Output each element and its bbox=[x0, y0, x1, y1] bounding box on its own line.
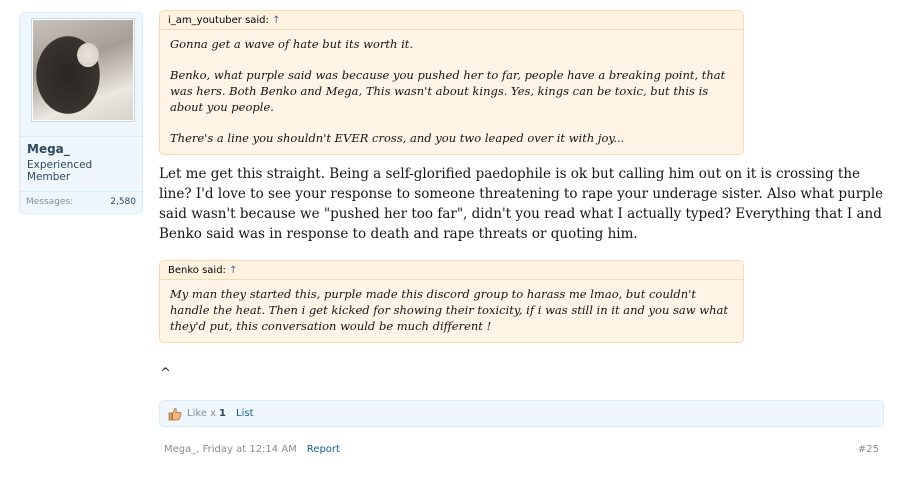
quote-block-1: i_am_youtuber said: ↑ Gonna get a wave o… bbox=[159, 10, 744, 155]
user-title: Experienced Member bbox=[27, 159, 93, 183]
quote-content: My man they started this, purple made th… bbox=[160, 280, 743, 342]
caret-text: ^ bbox=[160, 366, 171, 381]
post-number-link[interactable]: #25 bbox=[858, 444, 879, 455]
likes-bar: Like x 1 List bbox=[159, 400, 884, 427]
quote-author: Benko said: bbox=[168, 265, 226, 276]
username-block: Mega_ Experienced Member bbox=[20, 136, 142, 183]
quote-jump-arrow-icon[interactable]: ↑ bbox=[272, 15, 280, 26]
messages-count[interactable]: 2,580 bbox=[110, 197, 136, 207]
post-message-text: Let me get this straight. Being a self-g… bbox=[159, 166, 884, 242]
report-link[interactable]: Report bbox=[307, 444, 340, 455]
quote-paragraph: Gonna get a wave of hate but its worth i… bbox=[170, 37, 414, 51]
quote-paragraph: Benko, what purple said was because you … bbox=[170, 68, 726, 114]
avatar-image[interactable] bbox=[33, 20, 133, 120]
user-stats: Messages: 2,580 bbox=[20, 191, 142, 213]
quote-content: Gonna get a wave of hate but its worth i… bbox=[160, 30, 743, 154]
username-link[interactable]: Mega_ bbox=[27, 142, 136, 156]
avatar[interactable] bbox=[31, 18, 135, 122]
thumbs-up-icon bbox=[168, 407, 182, 421]
likes-list-link[interactable]: List bbox=[236, 408, 253, 419]
quote-author: i_am_youtuber said: bbox=[168, 15, 269, 26]
post-footer: Mega_, Friday at 12:14 AM Report #25 bbox=[164, 444, 879, 455]
like-count: 1 bbox=[219, 408, 227, 419]
quote-attribution: Benko said: ↑ bbox=[160, 261, 743, 280]
quote-jump-arrow-icon[interactable]: ↑ bbox=[229, 265, 237, 276]
quote-paragraph: My man they started this, purple made th… bbox=[170, 287, 728, 333]
quote-paragraph: There's a line you shouldn't EVER cross,… bbox=[170, 131, 625, 145]
user-info-panel: Mega_ Experienced Member Messages: 2,580 bbox=[19, 12, 143, 214]
messages-label: Messages: bbox=[26, 197, 74, 207]
post-author-time[interactable]: Mega_, Friday at 12:14 AM bbox=[164, 444, 297, 455]
quote-attribution: i_am_youtuber said: ↑ bbox=[160, 11, 743, 30]
like-label: Like x bbox=[187, 408, 217, 419]
quote-block-2: Benko said: ↑ My man they started this, … bbox=[159, 260, 744, 343]
